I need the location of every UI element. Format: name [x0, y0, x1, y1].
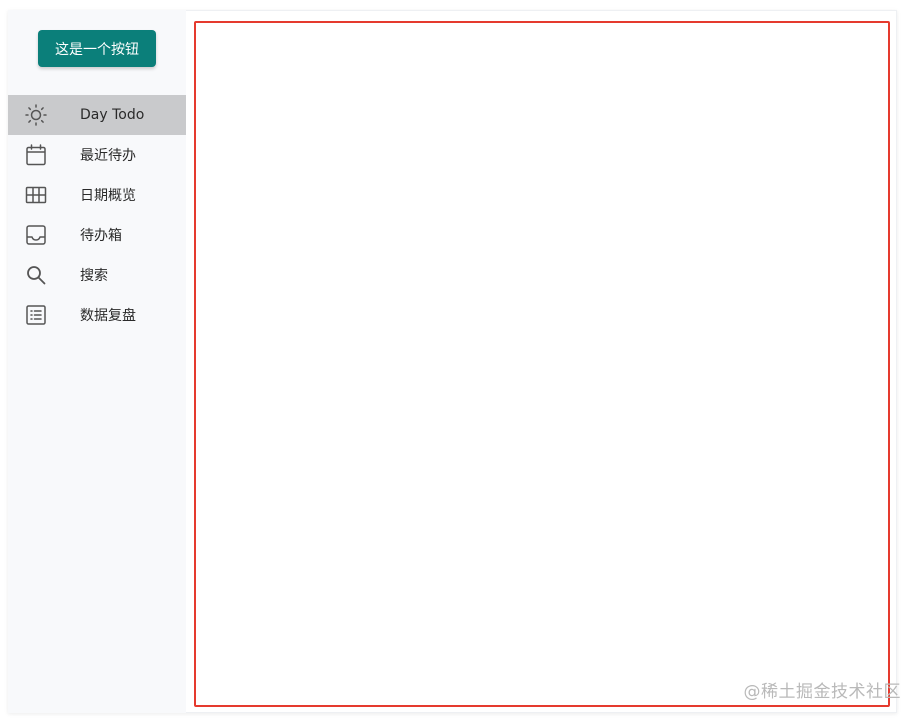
sidebar-item-label: 数据复盘: [80, 308, 136, 324]
grid-icon: [25, 184, 47, 206]
list-icon: [25, 304, 47, 326]
primary-button[interactable]: 这是一个按钮: [38, 30, 156, 67]
sidebar-item-label: 搜索: [80, 268, 108, 284]
main-content-area: [194, 21, 890, 707]
sidebar-nav: Day Todo 最近待办 日期概览 待办箱 搜索 数据复盘: [8, 95, 186, 335]
calendar-icon: [25, 144, 47, 166]
sidebar-item-label: 最近待办: [80, 148, 136, 164]
sidebar: 这是一个按钮 Day Todo 最近待办 日期概览 待办箱 搜索 数据复盘: [8, 10, 186, 713]
sidebar-item-data-review[interactable]: 数据复盘: [8, 295, 186, 335]
sidebar-item-date-overview[interactable]: 日期概览: [8, 175, 186, 215]
sidebar-item-label: 日期概览: [80, 188, 136, 204]
sidebar-item-day-todo[interactable]: Day Todo: [8, 95, 186, 135]
sidebar-item-inbox[interactable]: 待办箱: [8, 215, 186, 255]
sidebar-item-label: Day Todo: [80, 107, 145, 123]
sidebar-item-label: 待办箱: [80, 228, 122, 244]
sun-icon: [25, 104, 47, 126]
watermark: @稀土掘金技术社区: [743, 682, 901, 702]
inbox-icon: [25, 224, 47, 246]
sidebar-item-search[interactable]: 搜索: [8, 255, 186, 295]
sidebar-item-recent[interactable]: 最近待办: [8, 135, 186, 175]
search-icon: [25, 264, 47, 286]
